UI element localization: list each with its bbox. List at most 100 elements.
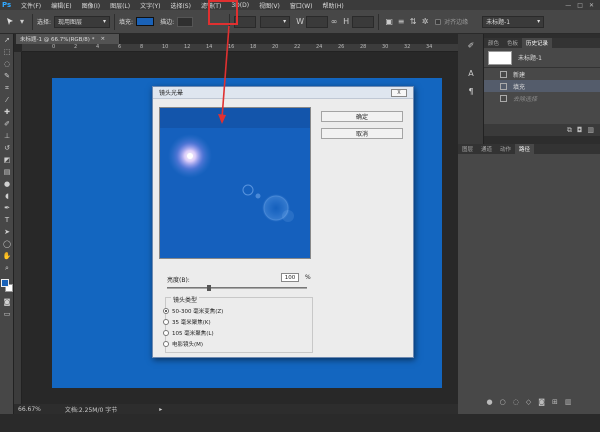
document-info[interactable]: 文档:2.25M/0 字节 [65,405,117,414]
new-document-from-state-icon[interactable]: ⧉ [567,126,572,135]
move-tool-icon[interactable] [4,16,16,28]
radio-button[interactable] [163,308,169,314]
dodge-tool-icon[interactable]: ◖ [0,190,14,202]
hand-tool-icon[interactable]: ✋ [0,250,14,262]
brightness-input[interactable]: 100 [281,273,299,282]
brush-tool-icon[interactable]: ✐ [0,118,14,130]
tab-color[interactable]: 颜色 [484,38,503,48]
stroke-type-dropdown[interactable]: ▾ [260,15,291,28]
tab-layers[interactable]: 图层 [458,144,477,154]
path-operations-icon[interactable]: ▣ [383,16,395,28]
path-arrange-icon[interactable]: ⇅ [407,16,419,28]
paragraph-panel-icon[interactable]: ¶ [460,84,482,98]
menu-layer[interactable]: 图层(L) [105,1,135,10]
lens-option-50-300[interactable]: 50-300 毫米变焦(Z) [163,307,223,315]
trash-icon[interactable]: ▥ [587,126,594,134]
load-selection-icon[interactable]: ◌ [513,398,519,410]
blur-tool-icon[interactable]: ● [0,178,14,190]
lens-flare-dialog: 镜头光晕 X 确定 取消 亮度(B): 100 % 镜头类型 50-300 毫米… [152,86,414,358]
quick-mask-icon[interactable]: ◙ [0,296,14,308]
menu-file[interactable]: 文件(F) [16,1,46,10]
character-panel-icon[interactable]: A [460,66,482,80]
path-select-tool-icon[interactable]: ➤ [0,226,14,238]
tab-history[interactable]: 历史记录 [522,38,553,48]
tool-preset-icon[interactable]: ▾ [16,16,28,28]
add-mask-icon[interactable]: ◙ [538,398,545,410]
stroke-color-swatch[interactable] [177,16,194,27]
brightness-slider-thumb[interactable] [207,285,211,291]
close-icon[interactable]: × [100,36,105,42]
history-item-fill[interactable]: 填充 [484,80,600,92]
chevron-right-icon[interactable]: ▸ [159,406,162,413]
radio-button[interactable] [163,330,169,336]
close-button[interactable]: ✕ [589,2,594,9]
marquee-tool-icon[interactable]: ⬚ [0,46,14,58]
history-item-new[interactable]: 新建 [484,68,600,80]
tab-actions[interactable]: 动作 [496,144,515,154]
path-align-icon[interactable]: ≡ [395,16,407,28]
fill-color-swatch[interactable] [136,17,155,26]
menu-window[interactable]: 窗口(W) [285,1,318,10]
menu-view[interactable]: 视图(V) [254,1,285,10]
ruler-mark: 8 [140,44,144,50]
lens-option-movie[interactable]: 电影镜头(M) [163,340,203,348]
eyedropper-tool-icon[interactable]: ⁄ [0,94,14,106]
cancel-button[interactable]: 取消 [321,128,403,139]
gradient-tool-icon[interactable]: ▤ [0,166,14,178]
history-brush-tool-icon[interactable]: ↺ [0,142,14,154]
lens-option-35[interactable]: 35 毫米聚焦(K) [163,318,211,326]
dialog-close-button[interactable]: X [391,89,407,97]
width-field[interactable] [306,15,329,28]
fill-path-icon[interactable]: ● [486,398,492,410]
history-panel-icon[interactable]: ✐ [460,38,482,52]
pen-tool-icon[interactable]: ✒ [0,202,14,214]
zoom-level[interactable]: 66.67% [18,406,41,413]
type-tool-icon[interactable]: T [0,214,14,226]
height-field[interactable] [352,15,375,28]
select-dropdown[interactable]: 现用图层 ▾ [54,15,111,28]
trash-icon[interactable]: ▥ [565,398,572,410]
history-snapshot[interactable]: 未标题-1 [484,48,600,68]
tab-channels[interactable]: 通道 [477,144,496,154]
move-tool-icon[interactable]: ➚ [0,34,14,46]
tab-paths[interactable]: 路径 [515,144,535,154]
workspace-dropdown[interactable]: 未标题-1 ▾ [482,15,545,28]
lasso-tool-icon[interactable]: ◌ [0,58,14,70]
dialog-titlebar[interactable]: 镜头光晕 X [153,87,413,99]
minimize-button[interactable]: — [565,2,571,9]
menu-help[interactable]: 帮助(H) [318,1,349,10]
shape-tool-icon[interactable]: ◯ [0,238,14,250]
history-item-deselect[interactable]: 去除选择 [484,92,600,104]
foreground-color[interactable] [1,279,9,287]
menu-select[interactable]: 选择(S) [165,1,196,10]
make-path-icon[interactable]: ◇ [526,398,531,410]
ruler-mark: 12 [184,44,191,50]
document-tab[interactable]: 未标题-1 @ 66.7%(RGB/8) * × [16,34,120,44]
brightness-slider[interactable] [167,287,307,289]
eraser-tool-icon[interactable]: ◩ [0,154,14,166]
crop-tool-icon[interactable]: ⌗ [0,82,14,94]
quick-select-tool-icon[interactable]: ✎ [0,70,14,82]
radio-button[interactable] [163,341,169,347]
align-edges-checkbox[interactable] [435,18,442,25]
ok-button[interactable]: 确定 [321,111,403,122]
menu-image[interactable]: 图像(I) [77,1,105,10]
lens-option-105[interactable]: 105 毫米聚焦(L) [163,329,214,337]
settings-gear-icon[interactable]: ✲ [419,16,431,28]
document-icon [500,82,507,90]
menu-edit[interactable]: 编辑(E) [46,1,76,10]
maximize-button[interactable]: □ [577,2,583,9]
tab-swatches[interactable]: 色板 [503,38,522,48]
camera-icon[interactable]: ◘ [577,126,583,134]
radio-button[interactable] [163,319,169,325]
healing-tool-icon[interactable]: ✚ [0,106,14,118]
flare-preview[interactable] [159,107,311,259]
new-path-icon[interactable]: ⊞ [552,398,558,410]
stroke-path-icon[interactable]: ○ [500,398,506,410]
screen-mode-icon[interactable]: ▭ [0,308,14,320]
zoom-tool-icon[interactable]: ⌕ [0,262,14,274]
link-icon[interactable]: ∞ [328,16,340,28]
stamp-tool-icon[interactable]: ⊥ [0,130,14,142]
color-swatches[interactable] [0,278,14,296]
menu-type[interactable]: 文字(Y) [135,1,165,10]
